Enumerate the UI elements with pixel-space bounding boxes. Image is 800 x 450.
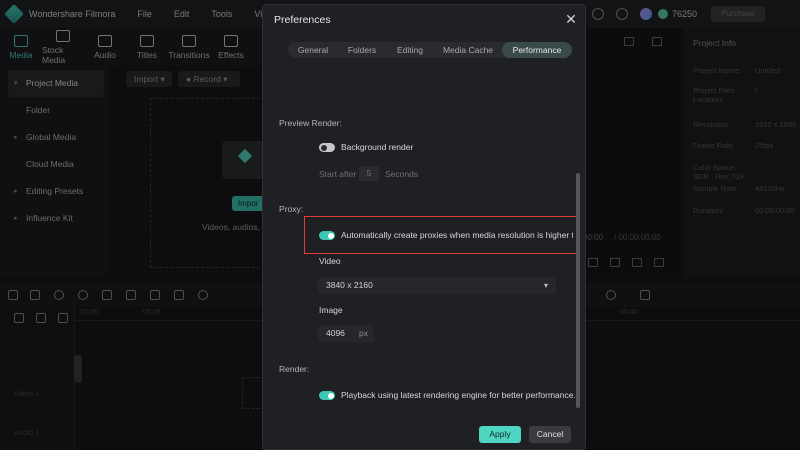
dialog-scrollbar[interactable] [576, 173, 580, 408]
video-resolution-select[interactable]: 3840 x 2160 ▾ [318, 277, 556, 294]
background-render-toggle[interactable] [319, 143, 335, 152]
tab-editing[interactable]: Editing [386, 42, 434, 58]
dialog-title: Preferences [274, 14, 331, 26]
playback-engine-label: Playback using latest rendering engine f… [341, 390, 576, 400]
background-render-label: Background render [341, 142, 414, 152]
close-icon[interactable]: ✕ [563, 11, 579, 27]
chevron-down-icon: ▾ [543, 281, 548, 290]
image-resolution-value: 4096 [326, 328, 345, 338]
filmora-app: Wondershare Filmora File Edit Tools View… [0, 0, 800, 450]
video-label: Video [319, 256, 341, 266]
tab-performance[interactable]: Performance [502, 42, 572, 58]
playback-engine-toggle[interactable] [319, 391, 335, 400]
tab-general[interactable]: General [288, 42, 338, 58]
highlight-box [304, 216, 580, 254]
video-resolution-value: 3840 x 2160 [326, 280, 373, 290]
tab-folders[interactable]: Folders [338, 42, 386, 58]
image-resolution-input[interactable]: 4096 px [318, 325, 374, 342]
tab-media-cache[interactable]: Media Cache [434, 42, 502, 58]
preferences-tabs: General Folders Editing Media Cache Perf… [288, 42, 572, 58]
proxy-heading: Proxy: [279, 204, 304, 214]
seconds-label: Seconds [385, 169, 419, 179]
render-heading: Render: [279, 364, 310, 374]
image-label: Image [319, 305, 343, 315]
cancel-button[interactable]: Cancel [529, 426, 571, 443]
preferences-dialog: Preferences ✕ General Folders Editing Me… [262, 4, 586, 450]
start-after-label: Start after [319, 169, 357, 179]
apply-button[interactable]: Apply [479, 426, 521, 443]
preview-render-heading: Preview Render: [279, 118, 342, 128]
start-after-input[interactable]: 5 [359, 166, 379, 181]
image-resolution-unit: px [359, 328, 368, 338]
